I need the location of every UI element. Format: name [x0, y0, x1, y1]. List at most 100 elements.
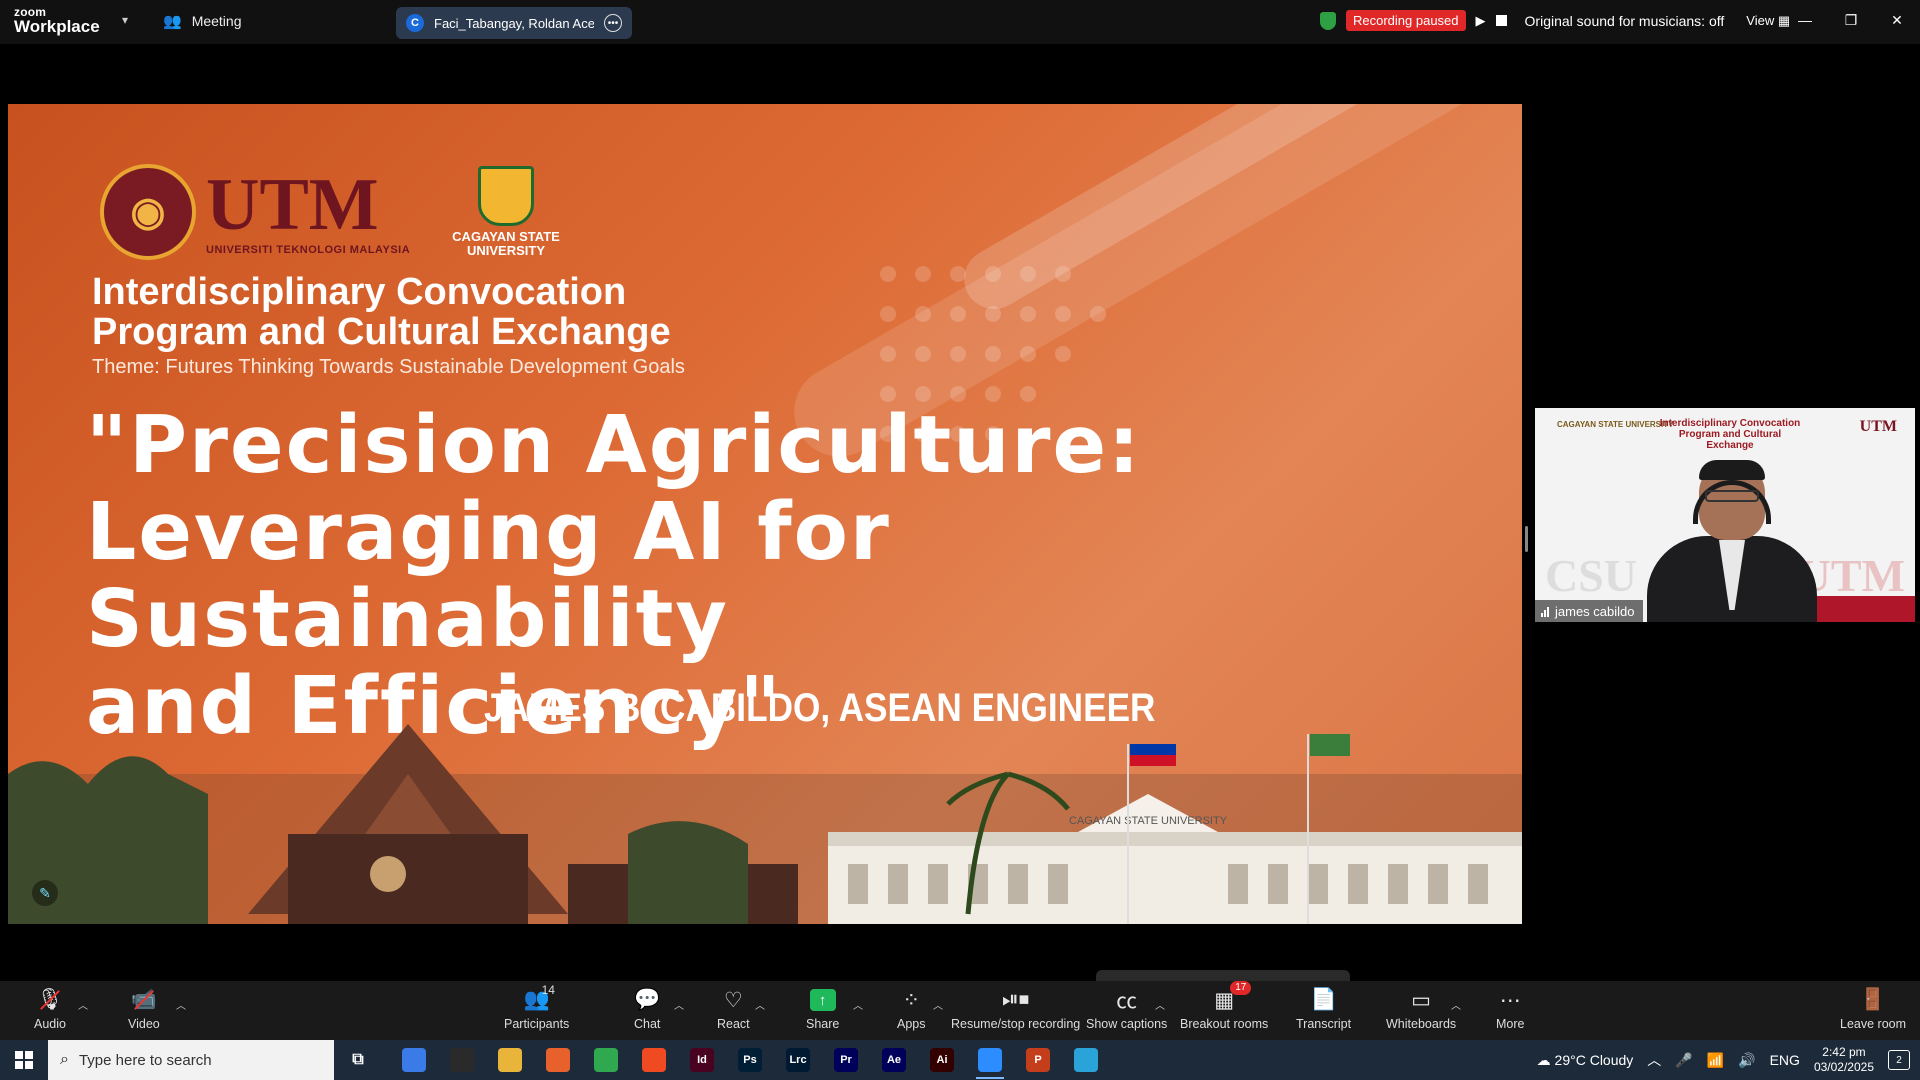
apps-options-caret-icon[interactable]: ︿	[933, 997, 943, 1012]
utm-wordmark: UTM	[206, 164, 379, 246]
breakout-rooms-button[interactable]: ▦ 17 Breakout rooms	[1180, 981, 1269, 1031]
powerpoint-label: P	[1026, 1048, 1050, 1072]
signal-strength-icon	[1541, 606, 1549, 617]
more-button[interactable]: ⋯ More	[1496, 987, 1524, 1032]
zoom-workplace-logo[interactable]: zoom Workplace	[14, 6, 100, 35]
photoshop-label: Ps	[738, 1048, 762, 1072]
close-icon[interactable]: ✕	[1874, 0, 1920, 40]
photoshop-icon[interactable]: Ps	[726, 1040, 774, 1080]
audio-button[interactable]: 🎙 Audio	[34, 987, 66, 1031]
share-options-caret-icon[interactable]: ︿	[853, 997, 863, 1012]
illustrator-icon[interactable]: Ai	[918, 1040, 966, 1080]
chevron-down-icon[interactable]: ▾	[122, 13, 128, 27]
microphone-icon[interactable]: 🎤	[1675, 1052, 1692, 1069]
view-label: View	[1746, 12, 1775, 28]
video-options-caret-icon[interactable]: ︿	[176, 997, 186, 1012]
whiteboards-options-caret-icon[interactable]: ︿	[1451, 997, 1461, 1012]
language-indicator[interactable]: ENG	[1770, 1052, 1800, 1068]
react-button[interactable]: ♡ React	[717, 987, 750, 1032]
firefox-icon[interactable]	[534, 1040, 582, 1080]
campus-scene-image: CAGAYAN STATE UNIVERSITY	[8, 724, 1522, 924]
volume-icon[interactable]: 🔊	[1738, 1052, 1755, 1069]
restore-icon[interactable]: ❐	[1828, 0, 1874, 40]
window-controls: — ❐ ✕	[1782, 0, 1920, 40]
apps-label: Apps	[897, 1017, 926, 1031]
speaker-name-label: james cabildo	[1535, 600, 1643, 622]
more-icon: ⋯	[1499, 988, 1521, 1012]
leave-label: Leave room	[1840, 1017, 1907, 1031]
slide-event-title: Interdisciplinary Convocation Program an…	[92, 272, 671, 352]
file-explorer-icon[interactable]	[486, 1040, 534, 1080]
audio-options-caret-icon[interactable]: ︿	[78, 997, 88, 1012]
csu-logo: CAGAYAN STATE UNIVERSITY	[446, 166, 566, 257]
speaker-video-tile[interactable]: CAGAYAN STATE UNIVERSITY Interdisciplina…	[1535, 408, 1915, 622]
clock-time: 2:42 pm	[1822, 1045, 1866, 1059]
network-icon[interactable]: 📶	[1707, 1052, 1724, 1069]
telegram-icon[interactable]	[1062, 1040, 1110, 1080]
indesign-label: Id	[690, 1048, 714, 1072]
thumb-banner-line1: Interdisciplinary Convocation	[1659, 418, 1801, 429]
powerpoint-icon[interactable]: P	[1014, 1040, 1062, 1080]
speaker-name: james cabildo	[1555, 603, 1635, 619]
transcript-icon: 📄	[1310, 988, 1337, 1011]
thumb-utm-logo: UTM	[1859, 418, 1897, 435]
chat-options-caret-icon[interactable]: ︿	[674, 997, 684, 1012]
task-view-icon[interactable]: ⧉	[334, 1040, 382, 1080]
react-label: React	[717, 1017, 750, 1031]
resume-stop-recording-button[interactable]: ⏯⏹ Resume/stop recording	[951, 987, 1080, 1031]
screen-share-indicator[interactable]: C Faci_Tabangay, Roldan Ace's scre •••	[396, 7, 632, 39]
shared-slide: ◉ UTM UNIVERSITI TEKNOLOGI MALAYSIA CAGA…	[8, 104, 1522, 924]
video-button[interactable]: 📹 Video	[128, 987, 160, 1031]
chat-button[interactable]: 💬 Chat	[634, 987, 660, 1031]
zoom-label	[978, 1048, 1002, 1072]
share-button[interactable]: ↑ Share	[806, 987, 839, 1031]
csu-crest-icon	[478, 166, 534, 226]
pinned-apps: Id Ps Lrc Pr Ae Ai P	[390, 1040, 1110, 1080]
stop-recording-icon[interactable]	[1495, 15, 1507, 26]
weather-widget[interactable]: ☁ 29°C Cloudy	[1537, 1052, 1634, 1069]
panel-resize-handle[interactable]	[1525, 526, 1528, 552]
terminal-label	[450, 1048, 474, 1072]
play-stop-icon: ⏯⏹	[1001, 988, 1030, 1011]
zoom-icon[interactable]	[966, 1040, 1014, 1080]
slide-title-line2: Program and Cultural Exchange	[92, 311, 671, 353]
original-sound-toggle[interactable]: Original sound for musicians: off	[1525, 13, 1725, 29]
utm-subtitle: UNIVERSITI TEKNOLOGI MALAYSIA	[206, 244, 411, 256]
participants-count: 14	[541, 983, 555, 997]
copilot-icon[interactable]	[390, 1040, 438, 1080]
leave-room-icon: 🚪	[1859, 988, 1887, 1011]
premiere-label: Pr	[834, 1048, 858, 1072]
taskbar-search-box[interactable]: ⌕ Type here to search	[48, 1040, 334, 1080]
lightroom-classic-label: Lrc	[786, 1048, 810, 1072]
breakout-label: Breakout rooms	[1180, 1017, 1269, 1031]
chrome-icon[interactable]	[582, 1040, 630, 1080]
leave-room-button[interactable]: 🚪 Leave room	[1840, 987, 1906, 1031]
whiteboards-button[interactable]: ▭ Whiteboards	[1386, 987, 1456, 1032]
windows-start-button[interactable]	[0, 1040, 48, 1080]
meeting-menu[interactable]: 👥 Meeting	[163, 12, 242, 30]
react-options-caret-icon[interactable]: ︿	[755, 997, 765, 1012]
more-options-icon[interactable]: •••	[604, 14, 622, 32]
terminal-icon[interactable]	[438, 1040, 486, 1080]
apps-button[interactable]: ⁘ Apps	[897, 987, 926, 1032]
minimize-icon[interactable]: —	[1782, 0, 1828, 40]
notification-center-icon[interactable]: 2	[1888, 1050, 1910, 1070]
security-shield-icon[interactable]	[1320, 11, 1336, 30]
illustrator-label: Ai	[930, 1048, 954, 1072]
participants-button[interactable]: 👥 14 Participants	[504, 983, 569, 1031]
indesign-icon[interactable]: Id	[678, 1040, 726, 1080]
captions-label: Show captions	[1086, 1017, 1168, 1031]
brave-icon[interactable]	[630, 1040, 678, 1080]
resume-recording-icon[interactable]: ▶	[1476, 13, 1486, 29]
firefox-label	[546, 1048, 570, 1072]
transcript-button[interactable]: 📄 Transcript	[1296, 987, 1351, 1031]
clock[interactable]: 2:42 pm 03/02/2025	[1814, 1045, 1874, 1075]
lightroom-classic-icon[interactable]: Lrc	[774, 1040, 822, 1080]
premiere-icon[interactable]: Pr	[822, 1040, 870, 1080]
show-hidden-icons[interactable]: ︿	[1647, 1050, 1661, 1070]
annotate-pen-icon[interactable]: ✎	[32, 880, 58, 906]
captions-options-caret-icon[interactable]: ︿	[1155, 997, 1165, 1012]
windows-taskbar: ⌕ Type here to search ⧉ Id Ps Lrc Pr Ae Ai P ☁…	[0, 1040, 1920, 1080]
after-effects-icon[interactable]: Ae	[870, 1040, 918, 1080]
meeting-toolbar: 🎙 Audio ︿ 📹 Video ︿ 👥14 Participants 💬 C…	[0, 981, 1920, 1040]
